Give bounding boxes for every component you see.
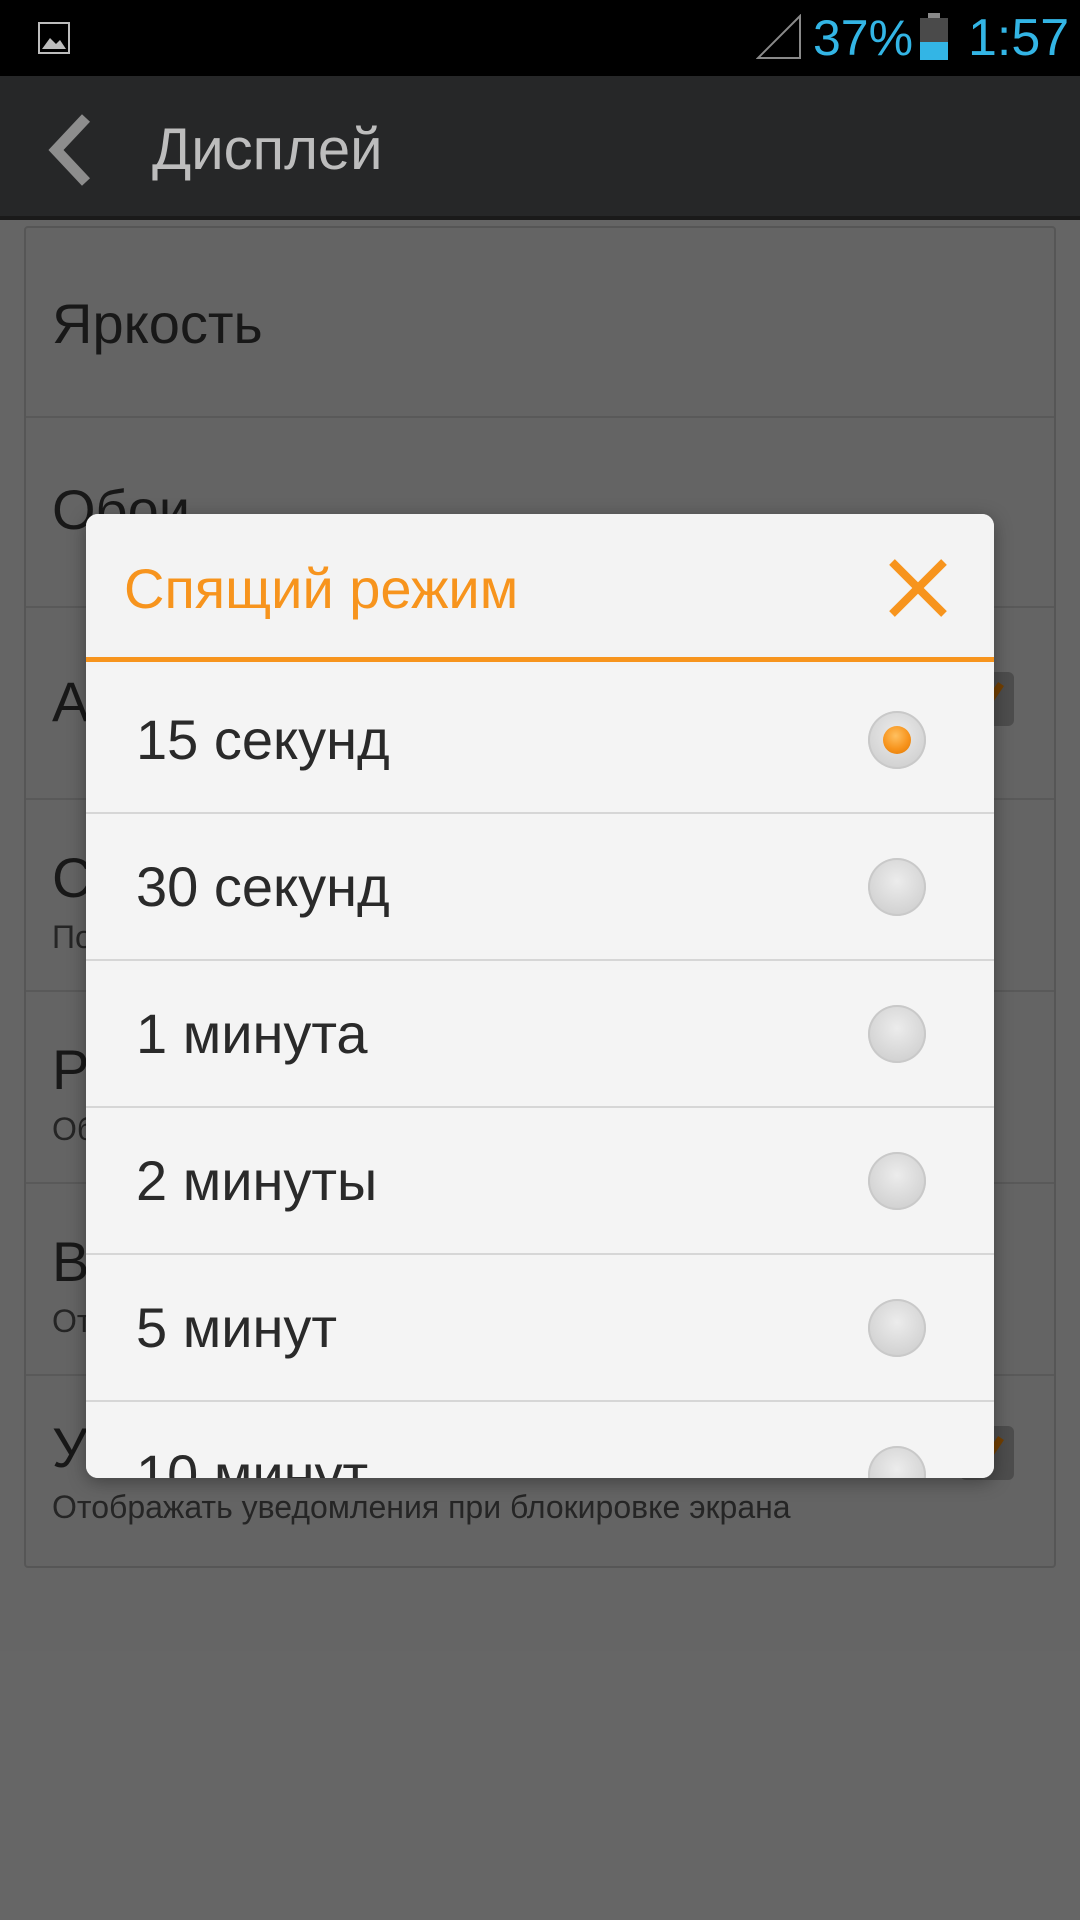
option-label: 5 минут bbox=[136, 1296, 338, 1359]
radio-button-selected[interactable] bbox=[868, 711, 926, 769]
radio-button[interactable] bbox=[868, 858, 926, 916]
radio-button[interactable] bbox=[868, 1005, 926, 1063]
dialog-title: Спящий режим bbox=[124, 557, 519, 620]
radio-dot-icon bbox=[883, 726, 911, 754]
radio-button[interactable] bbox=[868, 1299, 926, 1357]
sleep-dialog: Спящий режим 15 секунд 30 секунд 1 минут… bbox=[86, 514, 994, 1478]
option-2-minutes[interactable]: 2 минуты bbox=[86, 1108, 994, 1255]
option-label: 1 минута bbox=[136, 1002, 368, 1065]
clock: 1:57 bbox=[968, 9, 1070, 67]
option-5-minutes[interactable]: 5 минут bbox=[86, 1255, 994, 1402]
gallery-icon bbox=[38, 22, 70, 54]
battery-percent: 37% bbox=[813, 10, 914, 66]
option-1-minute[interactable]: 1 минута bbox=[86, 961, 994, 1108]
option-30-seconds[interactable]: 30 секунд bbox=[86, 814, 994, 961]
radio-button[interactable] bbox=[868, 1446, 926, 1478]
battery-icon bbox=[920, 13, 948, 60]
status-bar: 37% 1:57 bbox=[0, 0, 1080, 76]
option-label: 15 секунд bbox=[136, 708, 390, 771]
screen: 37% 1:57 Дисплей Яркость Обои А С По Р О… bbox=[0, 0, 1080, 1920]
chevron-left-icon[interactable] bbox=[40, 112, 100, 188]
radio-button[interactable] bbox=[868, 1152, 926, 1210]
option-15-seconds[interactable]: 15 секунд bbox=[86, 667, 994, 814]
option-label: 30 секунд bbox=[136, 855, 390, 918]
signal-icon bbox=[756, 14, 801, 59]
option-label: 10 минут bbox=[136, 1443, 369, 1478]
dialog-header: Спящий режим bbox=[86, 514, 994, 662]
action-bar: Дисплей bbox=[0, 76, 1080, 220]
page-title: Дисплей bbox=[152, 117, 383, 182]
close-icon[interactable] bbox=[886, 556, 950, 620]
option-10-minutes[interactable]: 10 минут bbox=[86, 1402, 994, 1478]
option-label: 2 минуты bbox=[136, 1149, 378, 1212]
